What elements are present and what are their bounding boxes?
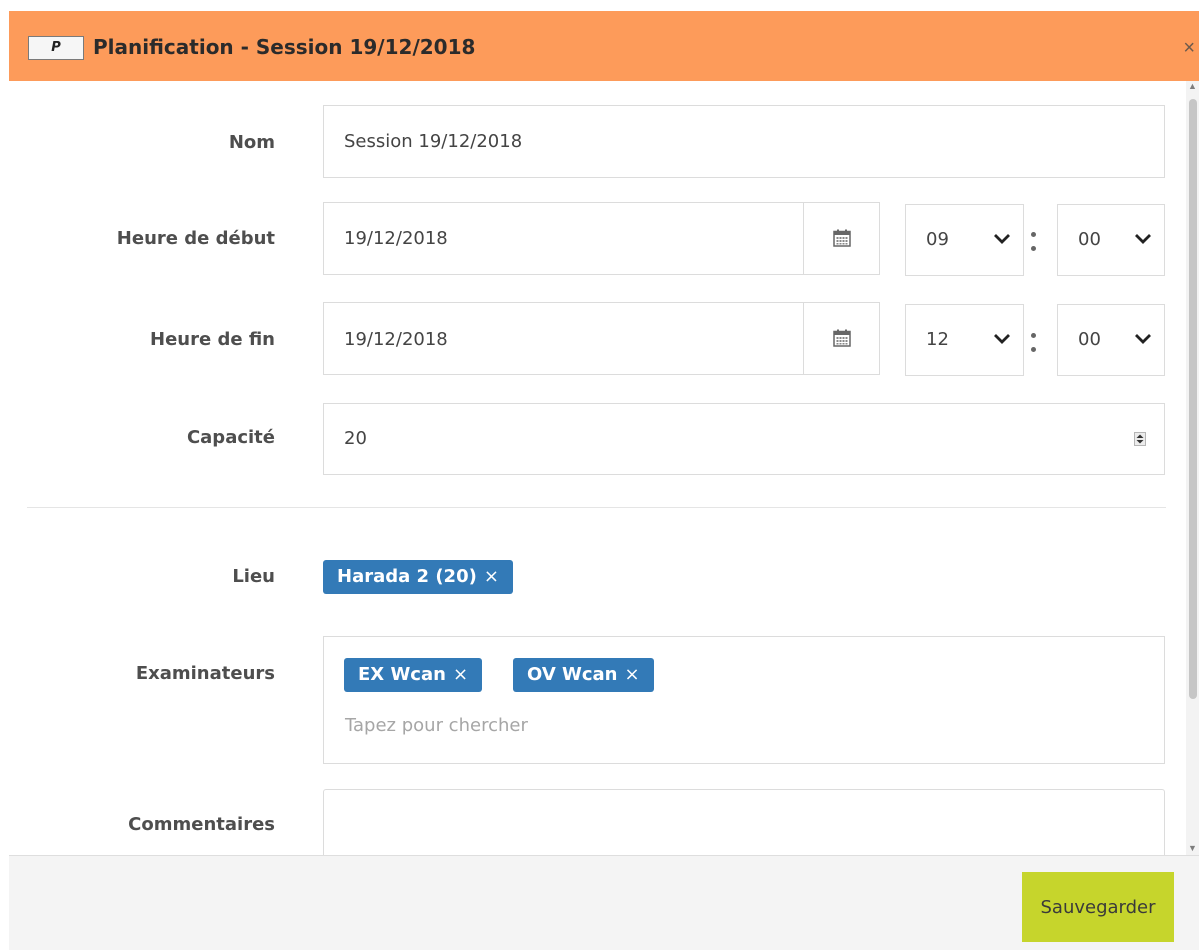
scroll-down-icon[interactable]: ▼ xyxy=(1188,843,1197,853)
nom-input[interactable]: Session 19/12/2018 xyxy=(323,105,1165,178)
examinateur-tag: OV Wcan × xyxy=(513,658,654,692)
scrollbar[interactable]: ▲ ▼ xyxy=(1186,81,1199,855)
heure-fin-hour-value: 12 xyxy=(926,329,949,350)
examinateurs-input[interactable]: EX Wcan × OV Wcan × Tapez pour chercher xyxy=(323,636,1165,764)
heure-debut-date-value: 19/12/2018 xyxy=(344,228,448,249)
time-separator xyxy=(1029,330,1037,354)
heure-debut-hour-value: 09 xyxy=(926,229,949,250)
app-badge: P xyxy=(28,36,84,60)
examinateur-tag: EX Wcan × xyxy=(344,658,483,692)
chevron-down-icon xyxy=(1135,334,1151,344)
capacite-value: 20 xyxy=(344,428,367,449)
chevron-down-icon xyxy=(994,234,1010,244)
heure-fin-minute-value: 00 xyxy=(1078,329,1101,350)
dialog-body: Nom Session 19/12/2018 Heure de début 19… xyxy=(9,81,1186,855)
lieu-label: Lieu xyxy=(232,566,275,587)
heure-fin-minute-select[interactable]: 00 xyxy=(1057,304,1165,376)
heure-debut-minute-value: 00 xyxy=(1078,229,1101,250)
capacite-label: Capacité xyxy=(186,427,275,448)
heure-debut-date-input[interactable]: 19/12/2018 xyxy=(323,202,804,275)
examinateur-tag-label: EX Wcan xyxy=(358,664,446,685)
commentaires-textarea[interactable] xyxy=(323,789,1165,855)
remove-icon[interactable]: × xyxy=(453,664,468,685)
nom-label: Nom xyxy=(228,132,275,153)
section-divider xyxy=(27,507,1166,508)
save-button[interactable]: Sauvegarder xyxy=(1022,872,1174,942)
scrollbar-thumb[interactable] xyxy=(1189,99,1197,699)
calendar-icon xyxy=(833,229,851,247)
capacite-input[interactable]: 20 xyxy=(323,403,1165,475)
examinateurs-search-placeholder[interactable]: Tapez pour chercher xyxy=(345,715,528,736)
dialog-footer: Sauvegarder xyxy=(9,855,1199,950)
examinateur-tag-label: OV Wcan xyxy=(527,664,618,685)
dialog-title: Planification - Session 19/12/2018 xyxy=(93,35,476,59)
remove-icon[interactable]: × xyxy=(484,566,499,587)
lieu-tag: Harada 2 (20) × xyxy=(323,560,513,594)
heure-fin-calendar-button[interactable] xyxy=(803,302,880,375)
heure-fin-date-value: 19/12/2018 xyxy=(344,329,448,350)
examinateurs-label: Examinateurs xyxy=(135,663,275,684)
heure-fin-hour-select[interactable]: 12 xyxy=(905,304,1024,376)
remove-icon[interactable]: × xyxy=(625,664,640,685)
commentaires-label: Commentaires xyxy=(128,814,275,835)
time-separator xyxy=(1029,229,1037,253)
calendar-icon xyxy=(833,329,851,347)
heure-debut-hour-select[interactable]: 09 xyxy=(905,204,1024,276)
heure-fin-label: Heure de fin xyxy=(150,329,275,350)
spinner-icon[interactable] xyxy=(1134,432,1146,446)
heure-fin-date-input[interactable]: 19/12/2018 xyxy=(323,302,804,375)
heure-debut-label: Heure de début xyxy=(116,228,275,249)
chevron-down-icon xyxy=(1135,234,1151,244)
close-icon[interactable]: × xyxy=(1183,38,1195,58)
chevron-down-icon xyxy=(994,334,1010,344)
scroll-up-icon[interactable]: ▲ xyxy=(1188,81,1197,91)
dialog-header: P Planification - Session 19/12/2018 × xyxy=(9,11,1199,81)
lieu-tag-label: Harada 2 (20) xyxy=(337,566,477,587)
heure-debut-calendar-button[interactable] xyxy=(803,202,880,275)
nom-value: Session 19/12/2018 xyxy=(344,131,523,152)
heure-debut-minute-select[interactable]: 00 xyxy=(1057,204,1165,276)
